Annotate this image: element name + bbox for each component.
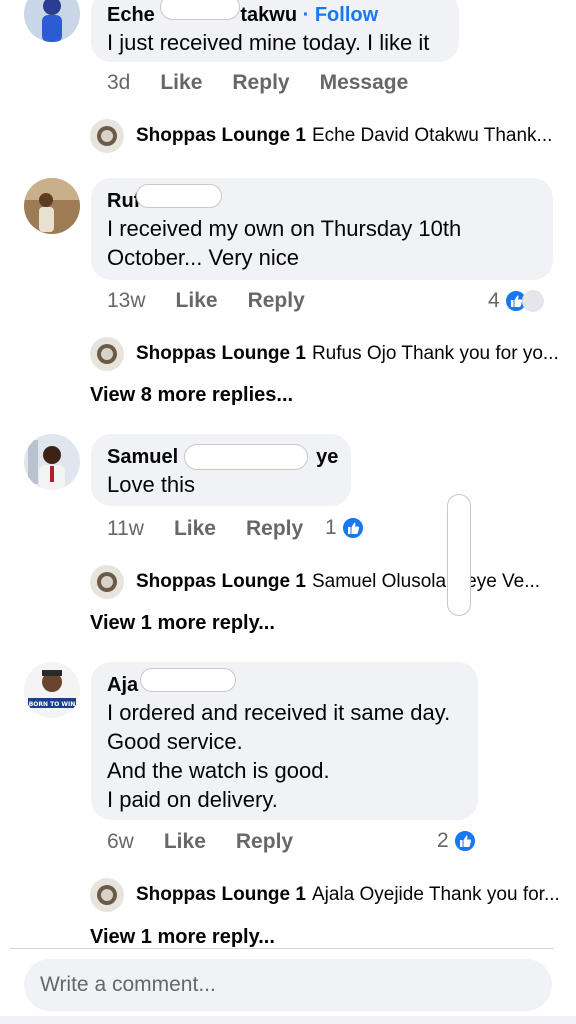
comment-text-line: I paid on delivery. [107,787,278,812]
user-photo-icon [24,0,80,42]
comment-text-line: I ordered and received it same day. [107,700,451,725]
divider [10,948,554,949]
message-button[interactable]: Message [320,71,409,95]
comment-author[interactable]: Eche takwu · Follow [107,2,443,28]
comment-actions: 6w Like Reply [107,830,323,854]
reply-button[interactable]: Reply [232,71,289,95]
page-avatar [90,119,124,153]
like-button[interactable]: Like [176,289,218,313]
redaction-mark [136,184,222,208]
comment-text-line: And the watch is good. [107,758,330,783]
user-photo-icon [24,178,80,234]
comment-text: I just received mine today. I like it [107,30,430,55]
avatar[interactable]: BORN TO WIN [24,662,80,718]
comment-actions: 11w Like Reply [107,517,333,541]
page-avatar [90,565,124,599]
user-photo-icon [24,434,80,490]
svg-text:BORN TO WIN: BORN TO WIN [29,701,76,708]
reaction-icon [521,290,544,312]
bottom-bar [0,1016,576,1024]
reaction-summary[interactable]: 4 [488,289,544,313]
comment-time[interactable]: 13w [107,289,146,313]
page-avatar [90,878,124,912]
reply-button[interactable]: Reply [236,830,293,854]
reply-button[interactable]: Reply [248,289,305,313]
comment-time[interactable]: 3d [107,71,130,95]
like-button[interactable]: Like [174,517,216,541]
avatar[interactable] [24,0,80,42]
avatar[interactable] [24,434,80,490]
comment-text-line: Good service. [107,729,243,754]
reaction-count: 2 [437,829,449,852]
redaction-mark [140,668,236,692]
watch-logo-icon [90,119,124,153]
comment-actions: 13w Like Reply [107,289,335,313]
reaction-summary[interactable]: 1 [325,516,365,540]
comment-text-line: October... Very nice [107,245,299,270]
view-more-replies[interactable]: View 8 more replies... [90,384,293,407]
view-more-replies[interactable]: View 1 more reply... [90,612,275,635]
comment-actions: 3d Like Reply Message [107,71,438,95]
avatar[interactable] [24,178,80,234]
reaction-count: 1 [325,516,337,539]
comment-time[interactable]: 6w [107,830,134,854]
comment-bubble: Eche takwu · Follow I just received mine… [91,0,459,62]
redaction-mark [447,494,471,616]
like-reaction-icon [340,516,365,540]
comment-text: Love this [107,472,196,497]
like-button[interactable]: Like [164,830,206,854]
watch-logo-icon [90,337,124,371]
redaction-mark [184,444,308,470]
reply-preview[interactable]: Shoppas Lounge 1 Eche David Otakwu Thank… [90,119,552,153]
reaction-count: 4 [488,289,500,312]
reply-preview[interactable]: Shoppas Lounge 1 Rufus Ojo Thank you for… [90,337,559,371]
like-reaction-icon [452,829,477,853]
reaction-summary[interactable]: 2 [437,829,477,853]
user-photo-icon: BORN TO WIN [24,662,80,718]
follow-link[interactable]: · Follow [303,4,379,26]
reply-preview[interactable]: Shoppas Lounge 1 Ajala Oyejide Thank you… [90,878,560,912]
watch-logo-icon [90,565,124,599]
reply-button[interactable]: Reply [246,517,303,541]
comment-time[interactable]: 11w [107,517,144,541]
reply-preview[interactable]: Shoppas Lounge 1 Samuel Olusola aleye Ve… [90,565,540,599]
like-button[interactable]: Like [160,71,202,95]
page-avatar [90,337,124,371]
watch-logo-icon [90,878,124,912]
comment-text-line: I received my own on Thursday 10th [107,216,462,241]
view-more-replies[interactable]: View 1 more reply... [90,926,275,949]
comment-input[interactable] [24,959,552,1011]
redaction-mark [160,0,240,20]
